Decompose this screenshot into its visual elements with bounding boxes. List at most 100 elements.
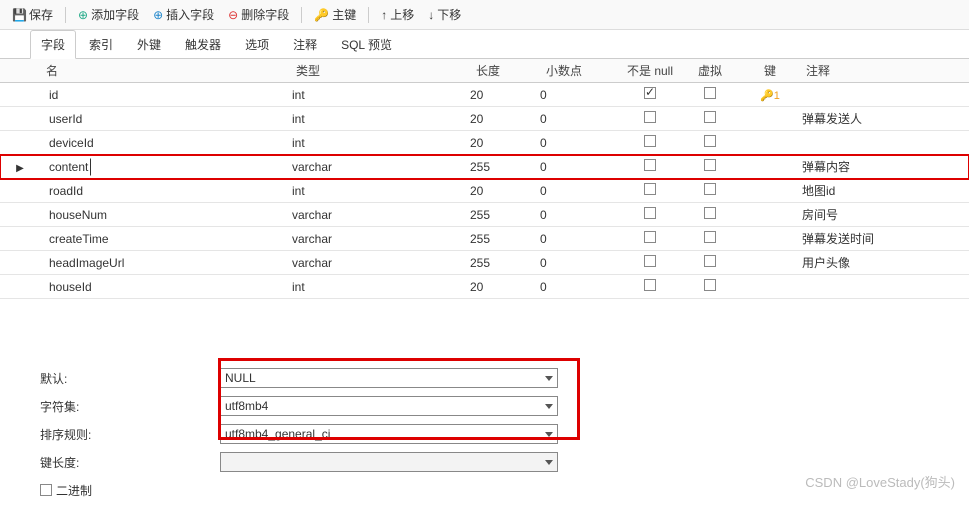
cell-virtual[interactable]: [680, 279, 740, 294]
table-row[interactable]: roadIdint200 地图id: [0, 179, 969, 203]
cell-comment[interactable]: 弹幕发送人: [800, 110, 969, 127]
header-decimals[interactable]: 小数点: [540, 62, 620, 79]
header-virtual[interactable]: 虚拟: [680, 62, 740, 79]
tab-comment[interactable]: 注释: [282, 30, 328, 58]
cell-decimals[interactable]: 0: [540, 136, 620, 150]
virtual-checkbox[interactable]: [704, 135, 716, 147]
notnull-checkbox[interactable]: [644, 135, 656, 147]
cell-length[interactable]: 255: [470, 232, 540, 246]
virtual-checkbox[interactable]: [704, 207, 716, 219]
cell-type[interactable]: int: [290, 112, 470, 126]
virtual-checkbox[interactable]: [704, 255, 716, 267]
cell-key[interactable]: 🔑1: [740, 88, 800, 102]
notnull-checkbox[interactable]: [644, 183, 656, 195]
charset-select[interactable]: utf8mb4: [220, 396, 558, 416]
cell-notnull[interactable]: [620, 159, 680, 174]
tab-triggers[interactable]: 触发器: [174, 30, 232, 58]
cell-name[interactable]: roadId: [40, 184, 290, 198]
cell-notnull[interactable]: [620, 255, 680, 270]
add-field-button[interactable]: ⊕ 添加字段: [72, 4, 145, 25]
cell-length[interactable]: 20: [470, 136, 540, 150]
collation-select[interactable]: utf8mb4_general_ci: [220, 424, 558, 444]
cell-length[interactable]: 20: [470, 280, 540, 294]
binary-checkbox[interactable]: [40, 484, 52, 496]
notnull-checkbox[interactable]: [644, 207, 656, 219]
cell-length[interactable]: 255: [470, 208, 540, 222]
notnull-checkbox[interactable]: [644, 279, 656, 291]
default-select[interactable]: NULL: [220, 368, 558, 388]
cell-notnull[interactable]: [620, 111, 680, 126]
cell-comment[interactable]: 房间号: [800, 206, 969, 223]
header-type[interactable]: 类型: [290, 62, 470, 79]
cell-virtual[interactable]: [680, 111, 740, 126]
virtual-checkbox[interactable]: [704, 279, 716, 291]
cell-name[interactable]: id: [40, 88, 290, 102]
cell-length[interactable]: 20: [470, 184, 540, 198]
cell-type[interactable]: varchar: [290, 232, 470, 246]
cell-notnull[interactable]: [620, 183, 680, 198]
cell-type[interactable]: varchar: [290, 256, 470, 270]
table-row[interactable]: createTimevarchar2550弹幕发送时间: [0, 227, 969, 251]
header-name[interactable]: 名: [40, 62, 290, 79]
virtual-checkbox[interactable]: [704, 111, 716, 123]
virtual-checkbox[interactable]: [704, 87, 716, 99]
tab-sql[interactable]: SQL 预览: [330, 30, 403, 58]
notnull-checkbox[interactable]: [644, 231, 656, 243]
keylen-select[interactable]: [220, 452, 558, 472]
notnull-checkbox[interactable]: [644, 87, 656, 99]
cell-decimals[interactable]: 0: [540, 256, 620, 270]
virtual-checkbox[interactable]: [704, 231, 716, 243]
cell-decimals[interactable]: 0: [540, 160, 620, 174]
cell-notnull[interactable]: [620, 135, 680, 150]
header-key[interactable]: 键: [740, 62, 800, 79]
cell-comment[interactable]: 弹幕发送时间: [800, 230, 969, 247]
move-down-button[interactable]: ↓ 下移: [422, 4, 467, 25]
cell-virtual[interactable]: [680, 87, 740, 102]
virtual-checkbox[interactable]: [704, 183, 716, 195]
cell-name[interactable]: content: [40, 160, 290, 174]
cell-decimals[interactable]: 0: [540, 88, 620, 102]
cell-type[interactable]: int: [290, 280, 470, 294]
cell-type[interactable]: varchar: [290, 208, 470, 222]
cell-decimals[interactable]: 0: [540, 208, 620, 222]
tab-fk[interactable]: 外键: [126, 30, 172, 58]
cell-name[interactable]: houseNum: [40, 208, 290, 222]
cell-virtual[interactable]: [680, 159, 740, 174]
tab-options[interactable]: 选项: [234, 30, 280, 58]
cell-type[interactable]: int: [290, 136, 470, 150]
virtual-checkbox[interactable]: [704, 159, 716, 171]
notnull-checkbox[interactable]: [644, 159, 656, 171]
cell-name[interactable]: userId: [40, 112, 290, 126]
cell-virtual[interactable]: [680, 255, 740, 270]
cell-name[interactable]: createTime: [40, 232, 290, 246]
header-notnull[interactable]: 不是 null: [620, 62, 680, 79]
table-row[interactable]: userIdint200弹幕发送人: [0, 107, 969, 131]
cell-comment[interactable]: 用户头像: [800, 254, 969, 271]
cell-virtual[interactable]: [680, 135, 740, 150]
tab-indexes[interactable]: 索引: [78, 30, 124, 58]
insert-field-button[interactable]: ⊕ 插入字段: [147, 4, 220, 25]
cell-length[interactable]: 255: [470, 160, 540, 174]
cell-comment[interactable]: 地图id: [800, 182, 969, 199]
cell-name[interactable]: houseId: [40, 280, 290, 294]
cell-length[interactable]: 20: [470, 88, 540, 102]
cell-decimals[interactable]: 0: [540, 112, 620, 126]
delete-field-button[interactable]: ⊖ 删除字段: [222, 4, 295, 25]
notnull-checkbox[interactable]: [644, 255, 656, 267]
table-row[interactable]: deviceIdint200: [0, 131, 969, 155]
tab-fields[interactable]: 字段: [30, 30, 76, 59]
header-length[interactable]: 长度: [470, 62, 540, 79]
cell-type[interactable]: int: [290, 184, 470, 198]
cell-name[interactable]: deviceId: [40, 136, 290, 150]
primary-key-button[interactable]: 🔑 主键: [308, 4, 362, 25]
cell-notnull[interactable]: [620, 87, 680, 102]
cell-notnull[interactable]: [620, 207, 680, 222]
notnull-checkbox[interactable]: [644, 111, 656, 123]
cell-decimals[interactable]: 0: [540, 280, 620, 294]
table-row[interactable]: houseIdint200: [0, 275, 969, 299]
cell-notnull[interactable]: [620, 231, 680, 246]
cell-decimals[interactable]: 0: [540, 184, 620, 198]
cell-comment[interactable]: 弹幕内容: [800, 158, 969, 175]
cell-length[interactable]: 255: [470, 256, 540, 270]
cell-notnull[interactable]: [620, 279, 680, 294]
